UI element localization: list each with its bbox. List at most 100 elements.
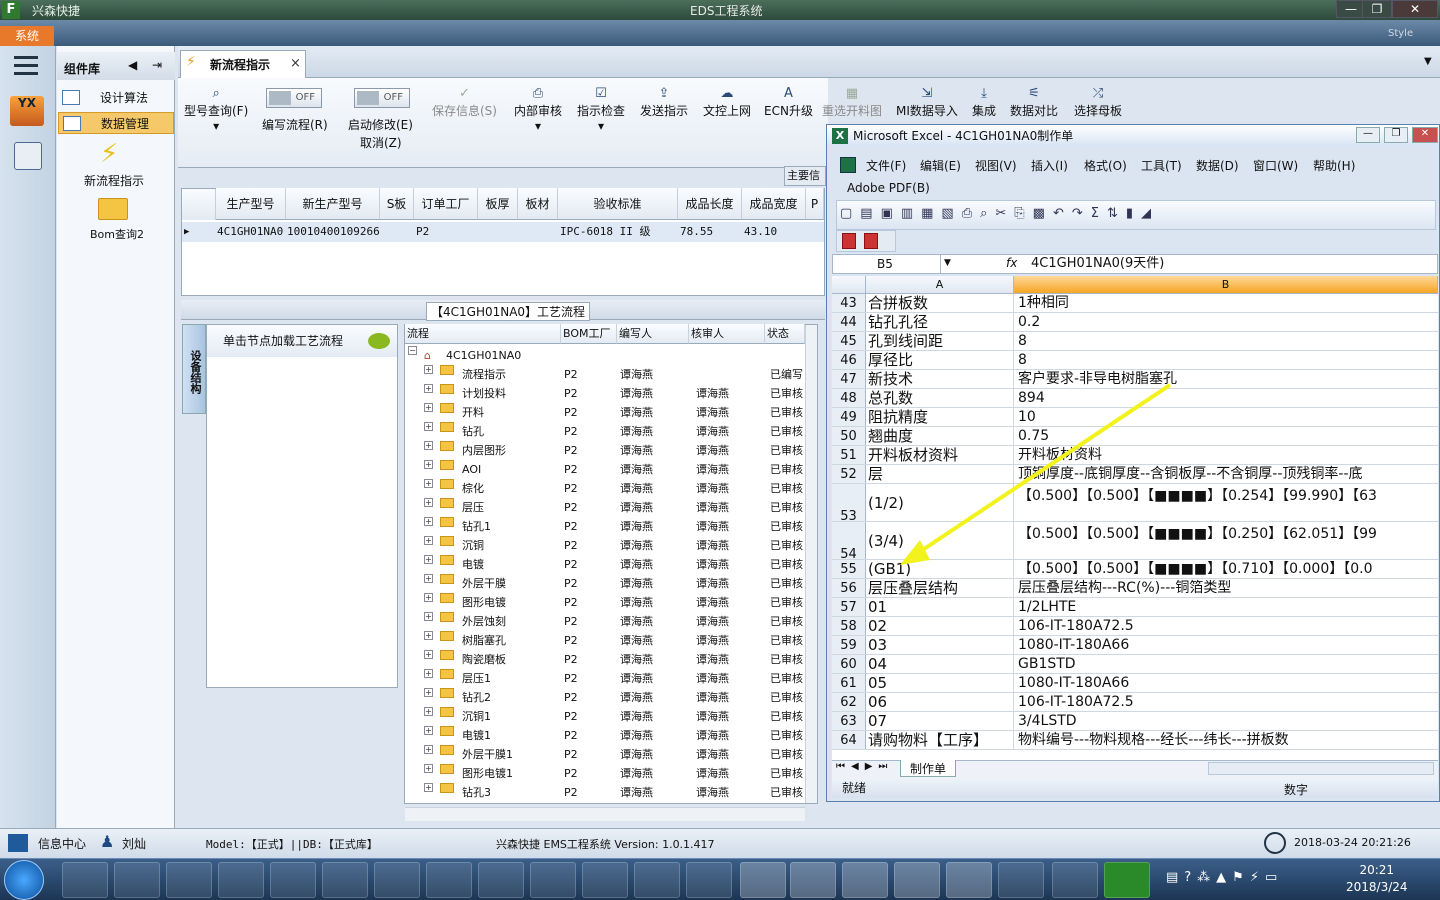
system-button[interactable]: 系统	[0, 26, 54, 46]
cell-b[interactable]: 894	[1016, 389, 1438, 407]
cell-b[interactable]: 3/4LSTD	[1016, 712, 1438, 730]
sheet-row[interactable]: 61 05 1080-IT-180A66	[832, 674, 1438, 693]
sheet-hscrollbar[interactable]	[1208, 762, 1434, 775]
internal-review-button[interactable]: ⎙ 内部审核 ▾	[514, 86, 562, 133]
window-icon[interactable]	[530, 862, 576, 898]
menu-icon[interactable]	[14, 56, 38, 76]
excel-close-button[interactable]: ✕	[1412, 127, 1438, 143]
tree-row[interactable]: + 外层干膜 P2 谭海燕 谭海燕 已审核	[408, 574, 804, 593]
tree-row[interactable]: + 图形电镀 P2 谭海燕 谭海燕 已审核	[408, 593, 804, 612]
tree-row[interactable]: + 外层蚀刻 P2 谭海燕 谭海燕 已审核	[408, 612, 804, 631]
tree-row[interactable]: + 陶瓷磨板 P2 谭海燕 谭海燕 已审核	[408, 650, 804, 669]
sheet-row[interactable]: 53 (1/2) 【0.500】【0.500】【■■■■】【0.254】【99.99…	[832, 484, 1438, 524]
send-indicator-button[interactable]: ⇪ 发送指示	[640, 86, 688, 119]
cell-a[interactable]: 04	[868, 655, 1014, 673]
cell-a[interactable]: 层	[868, 465, 1014, 483]
grid-header[interactable]: 板厚	[478, 188, 518, 220]
tree-row[interactable]: + 流程指示 P2 谭海燕 已编写	[408, 365, 804, 384]
tray-icons[interactable]: ▤?⁂▲⚑⚡▭	[1166, 870, 1283, 885]
cell-a[interactable]: 总孔数	[868, 389, 1014, 407]
row-number[interactable]: 56	[832, 579, 866, 597]
column-header-a[interactable]: A	[866, 276, 1014, 294]
tree-header[interactable]: BOM工厂	[561, 324, 617, 344]
tree-row[interactable]: + 沉铜1 P2 谭海燕 谭海燕 已审核	[408, 707, 804, 726]
cell-a[interactable]: 02	[868, 617, 1014, 635]
tree-row[interactable]: + 沉铜 P2 谭海燕 谭海燕 已审核	[408, 536, 804, 555]
sheet-row[interactable]: 59 03 1080-IT-180A66	[832, 636, 1438, 655]
sheet-row[interactable]: 55 (GB1) 【0.500】【0.500】【■■■■】【0.710】【0.000…	[832, 560, 1438, 579]
fx-icon[interactable]: fx	[1006, 256, 1017, 270]
row-number[interactable]: 60	[832, 655, 866, 673]
window-icon[interactable]	[634, 862, 680, 898]
workbook-icon[interactable]	[840, 157, 856, 173]
tree-row[interactable]: + 钻孔 P2 谭海燕 谭海燕 已审核	[408, 422, 804, 441]
cell-b[interactable]: 0.2	[1016, 313, 1438, 331]
column-header-b[interactable]: B	[1014, 276, 1438, 294]
excel-file-icon[interactable]	[946, 862, 992, 898]
row-number[interactable]: 52	[832, 465, 866, 483]
row-number[interactable]: 45	[832, 332, 866, 350]
shell-icon[interactable]	[218, 862, 264, 898]
sheet-row[interactable]: 50 翘曲度 0.75	[832, 427, 1438, 446]
cell-factory[interactable]: P2	[416, 222, 429, 242]
pdf-icon[interactable]	[842, 233, 856, 249]
grid-header[interactable]: 成品长度	[678, 188, 742, 220]
tree-row[interactable]: + 计划投料 P2 谭海燕 谭海燕 已审核	[408, 384, 804, 403]
grid-apps-icon[interactable]	[8, 834, 28, 852]
cell-a[interactable]: 合拼板数	[868, 294, 1014, 312]
sheet-row[interactable]: 49 阻抗精度 10	[832, 408, 1438, 427]
excel-maximize-button[interactable]: ❐	[1384, 127, 1408, 143]
excel-task-icon[interactable]	[426, 862, 472, 898]
sheet-row[interactable]: 47 新技术 客户要求-非导电树脂塞孔	[832, 370, 1438, 389]
sheet-row[interactable]: 60 04 GB1STD	[832, 655, 1438, 674]
tree-header[interactable]: 核审人	[689, 324, 765, 344]
sheet-row[interactable]: 56 层压叠层结构 层压叠层结构---RC(%)---铜箔类型	[832, 579, 1438, 598]
library-item-data-management[interactable]: 数据管理	[58, 112, 174, 134]
sheet-row[interactable]: 57 01 1/2LHTE	[832, 598, 1438, 617]
sheet-row[interactable]: 51 开料板材资料 开料板材资料	[832, 446, 1438, 465]
maximize-button[interactable]: ❐	[1362, 0, 1392, 18]
ie-icon[interactable]	[166, 862, 212, 898]
lightning-icon[interactable]: ⚡	[100, 140, 124, 170]
cell-a[interactable]: 01	[868, 598, 1014, 616]
menu-tools[interactable]: 工具(T)	[1141, 157, 1182, 174]
info-center-link[interactable]: 信息中心	[38, 835, 86, 852]
cell-b[interactable]: 物料编号---物料规格---经长---纬长---拼板数	[1016, 731, 1438, 749]
tree-row[interactable]: + 层压1 P2 谭海燕 谭海燕 已审核	[408, 669, 804, 688]
menu-window[interactable]: 窗口(W)	[1253, 157, 1298, 174]
integrate-button[interactable]: ⤓ 集成	[972, 86, 996, 119]
save-info-button[interactable]: ✓ 保存信息(S)	[432, 86, 497, 119]
cell-a[interactable]: 07	[868, 712, 1014, 730]
grid-header[interactable]: 订单工厂	[414, 188, 478, 220]
grid-header[interactable]: 验收标准	[558, 188, 678, 220]
main-info-tab[interactable]: 主要信	[784, 166, 826, 186]
toolbar-icons[interactable]: ▢▤▣▥▦▧⎙⌕✂⎘▩↶↷Σ⇅▮◢	[840, 206, 1159, 221]
grid-header[interactable]: 新生产型号	[286, 188, 380, 220]
red-g-icon[interactable]	[114, 862, 160, 898]
cell-a[interactable]: 新技术	[868, 370, 1014, 388]
row-number[interactable]: 44	[832, 313, 866, 331]
cell-b[interactable]: 1/2LHTE	[1016, 598, 1438, 616]
cell-b[interactable]: 106-IT-180A72.5	[1016, 617, 1438, 635]
menu-data[interactable]: 数据(D)	[1196, 157, 1239, 174]
horizontal-scrollbar[interactable]	[405, 807, 805, 821]
vertical-scrollbar[interactable]	[805, 325, 817, 803]
taskbar-clock[interactable]: 20:21 2018/3/24	[1346, 862, 1408, 896]
sheet-row[interactable]: 62 06 106-IT-180A72.5	[832, 693, 1438, 712]
sheet-row[interactable]: 44 钻孔孔径 0.2	[832, 313, 1438, 332]
sheet-row[interactable]: 63 07 3/4LSTD	[832, 712, 1438, 731]
menu-insert[interactable]: 插入(I)	[1031, 157, 1068, 174]
grid-header[interactable]: P	[806, 188, 824, 220]
cell-a[interactable]: 开料板材资料	[868, 446, 1014, 464]
cell-a[interactable]: (GB1)	[868, 560, 1014, 578]
model-query-button[interactable]: ⌕ 型号查询(F) ▾	[184, 86, 248, 133]
row-number[interactable]: 58	[832, 617, 866, 635]
grid-corner[interactable]	[182, 189, 216, 220]
tree-header[interactable]: 编写人	[617, 324, 689, 344]
sheet-row[interactable]: 52 层顶铜厚度--底铜厚度--含铜板厚--不含铜厚--顶残铜率--底	[832, 465, 1438, 484]
tree-header[interactable]: 状态	[765, 324, 805, 344]
windows-start-icon[interactable]	[4, 860, 44, 900]
calculator-icon[interactable]	[14, 142, 42, 170]
document-icon[interactable]	[270, 862, 316, 898]
eye-icon[interactable]	[998, 862, 1044, 898]
